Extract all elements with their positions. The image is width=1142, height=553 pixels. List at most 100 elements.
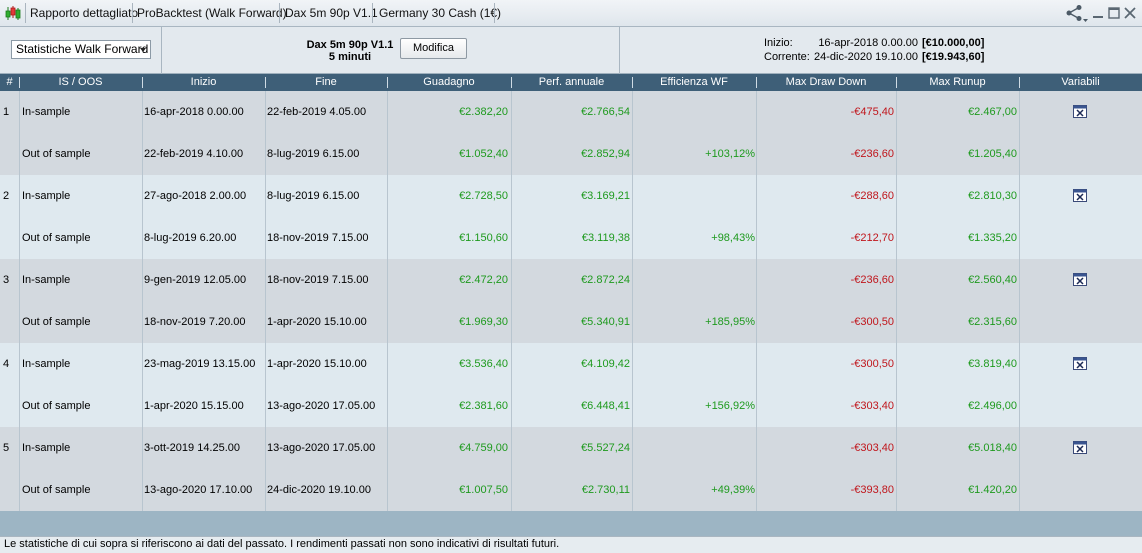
cell-is-oos: In-sample xyxy=(22,106,71,118)
cell-end: 13-ago-2020 17.05.00 xyxy=(267,442,376,454)
cell-gain: €2.472,20 xyxy=(459,274,508,286)
cell-is-oos: Out of sample xyxy=(22,484,91,496)
cell-start: 22-feb-2019 4.10.00 xyxy=(144,148,244,160)
table-row[interactable]: 1 In-sample 16-apr-2018 0.00.00 22-feb-2019… xyxy=(0,91,1142,133)
cell-annual: €3.169,21 xyxy=(581,190,630,202)
statistics-dropdown[interactable]: Statistiche Walk Forward xyxy=(11,40,151,59)
cell-is-oos: In-sample xyxy=(22,442,71,454)
cell-runup: €2.810,30 xyxy=(968,190,1017,202)
excel-export-icon[interactable] xyxy=(1073,441,1087,454)
cell-start: 18-nov-2019 7.20.00 xyxy=(144,316,246,328)
table-row[interactable]: 2 In-sample 27-ago-2018 2.00.00 8-lug-2019 … xyxy=(0,175,1142,217)
excel-export-icon[interactable] xyxy=(1073,357,1087,370)
edit-button[interactable]: Modifica xyxy=(400,38,467,59)
cell-annual: €5.527,24 xyxy=(581,442,630,454)
cell-num: 1 xyxy=(3,106,10,118)
cell-efficiency: +185,95% xyxy=(705,316,755,328)
table-row[interactable]: Out of sample 13-ago-2020 17.10.00 24-dic-… xyxy=(0,469,1142,511)
col-header-is-oos[interactable]: IS / OOS xyxy=(19,74,142,91)
maximize-icon[interactable] xyxy=(1106,4,1122,22)
cell-runup: €2.315,60 xyxy=(968,316,1017,328)
cell-drawdown: -€303,40 xyxy=(850,400,894,412)
table-row[interactable]: Out of sample 1-apr-2020 15.15.00 13-ago-2… xyxy=(0,385,1142,427)
cell-num: 3 xyxy=(3,274,10,286)
cell-runup: €1.205,40 xyxy=(968,148,1017,160)
cell-start: 16-apr-2018 0.00.00 xyxy=(144,106,244,118)
control-bar: Statistiche Walk Forward Dax 5m 90p V1.1… xyxy=(0,27,1142,74)
table-row[interactable]: Out of sample 8-lug-2019 6.20.00 18-nov-20… xyxy=(0,217,1142,259)
strategy-name: Dax 5m 90p V1.1 xyxy=(306,39,394,51)
cell-is-oos: Out of sample xyxy=(22,316,91,328)
cell-end: 24-dic-2020 19.10.00 xyxy=(267,484,371,496)
table-group: 2 In-sample 27-ago-2018 2.00.00 8-lug-2019 … xyxy=(0,175,1142,259)
close-icon[interactable] xyxy=(1122,4,1138,22)
excel-export-icon[interactable] xyxy=(1073,273,1087,286)
strategy-timeframe: 5 minuti xyxy=(328,51,372,63)
table-row[interactable]: Out of sample 22-feb-2019 4.10.00 8-lug-20… xyxy=(0,133,1142,175)
cell-drawdown: -€393,80 xyxy=(850,484,894,496)
statistics-dropdown-value: Statistiche Walk Forward xyxy=(16,42,149,56)
minimize-icon[interactable] xyxy=(1090,4,1106,22)
col-header-annual[interactable]: Perf. annuale xyxy=(511,74,632,91)
cell-runup: €2.467,00 xyxy=(968,106,1017,118)
cell-efficiency xyxy=(634,91,755,133)
cell-end: 13-ago-2020 17.05.00 xyxy=(267,400,376,412)
cell-annual: €2.766,54 xyxy=(581,106,630,118)
cell-drawdown: -€303,40 xyxy=(850,442,894,454)
col-header-drawdown[interactable]: Max Draw Down xyxy=(756,74,896,91)
cell-is-oos: In-sample xyxy=(22,274,71,286)
cell-drawdown: -€288,60 xyxy=(850,190,894,202)
cell-start: 3-ott-2019 14.25.00 xyxy=(144,442,241,454)
cell-annual: €2.872,24 xyxy=(581,274,630,286)
cell-drawdown: -€300,50 xyxy=(850,316,894,328)
share-icon[interactable] xyxy=(1063,4,1089,22)
cell-annual: €2.852,94 xyxy=(581,148,630,160)
start-label: Inizio: xyxy=(764,37,793,49)
cell-end: 1-apr-2020 15.10.00 xyxy=(267,316,367,328)
cell-drawdown: -€475,40 xyxy=(850,106,894,118)
cell-start: 9-gen-2019 12.05.00 xyxy=(144,274,247,286)
tab-strategy[interactable]: Dax 5m 90p V1.1 xyxy=(285,0,378,26)
col-header-gain[interactable]: Guadagno xyxy=(387,74,511,91)
table-bottom-band xyxy=(0,511,1142,536)
cell-efficiency: +49,39% xyxy=(711,484,755,496)
cell-gain: €1.969,30 xyxy=(459,316,508,328)
cell-efficiency xyxy=(634,343,755,385)
excel-export-icon[interactable] xyxy=(1073,105,1087,118)
cell-runup: €2.496,00 xyxy=(968,400,1017,412)
col-header-start[interactable]: Inizio xyxy=(142,74,265,91)
col-header-num[interactable]: # xyxy=(0,74,19,91)
cell-annual: €5.340,91 xyxy=(581,316,630,328)
col-header-end[interactable]: Fine xyxy=(265,74,387,91)
cell-gain: €1.150,60 xyxy=(459,232,508,244)
cell-num: 5 xyxy=(3,442,10,454)
cell-efficiency: +98,43% xyxy=(711,232,755,244)
cell-num: 4 xyxy=(3,358,10,370)
table-row[interactable]: 3 In-sample 9-gen-2019 12.05.00 18-nov-2019… xyxy=(0,259,1142,301)
tab-instrument[interactable]: Germany 30 Cash (1€) xyxy=(379,0,501,26)
col-header-runup[interactable]: Max Runup xyxy=(896,74,1019,91)
cell-is-oos: Out of sample xyxy=(22,148,91,160)
table-row[interactable]: 4 In-sample 23-mag-2019 13.15.00 1-apr-2020… xyxy=(0,343,1142,385)
table-row[interactable]: Out of sample 18-nov-2019 7.20.00 1-apr-20… xyxy=(0,301,1142,343)
cell-is-oos: Out of sample xyxy=(22,232,91,244)
end-date: 24-dic-2020 19.10.00 xyxy=(814,51,918,63)
tab-probacktest[interactable]: ProBacktest (Walk Forward) xyxy=(137,0,287,26)
cell-runup: €2.560,40 xyxy=(968,274,1017,286)
cell-start: 23-mag-2019 13.15.00 xyxy=(144,358,256,370)
candlestick-chart-icon xyxy=(5,6,21,20)
cell-runup: €5.018,40 xyxy=(968,442,1017,454)
cell-runup: €3.819,40 xyxy=(968,358,1017,370)
cell-is-oos: In-sample xyxy=(22,358,71,370)
excel-export-icon[interactable] xyxy=(1073,189,1087,202)
cell-end: 18-nov-2019 7.15.00 xyxy=(267,274,369,286)
col-header-efficiency[interactable]: Efficienza WF xyxy=(632,74,756,91)
cell-end: 1-apr-2020 15.10.00 xyxy=(267,358,367,370)
tab-detailed-report[interactable]: Rapporto dettagliato xyxy=(30,0,138,26)
table-row[interactable]: 5 In-sample 3-ott-2019 14.25.00 13-ago-2020… xyxy=(0,427,1142,469)
end-label: Corrente: xyxy=(764,51,810,63)
cell-annual: €3.119,38 xyxy=(581,232,630,244)
cell-efficiency xyxy=(634,175,755,217)
col-header-variables[interactable]: Variabili xyxy=(1019,74,1142,91)
cell-efficiency: +156,92% xyxy=(705,400,755,412)
